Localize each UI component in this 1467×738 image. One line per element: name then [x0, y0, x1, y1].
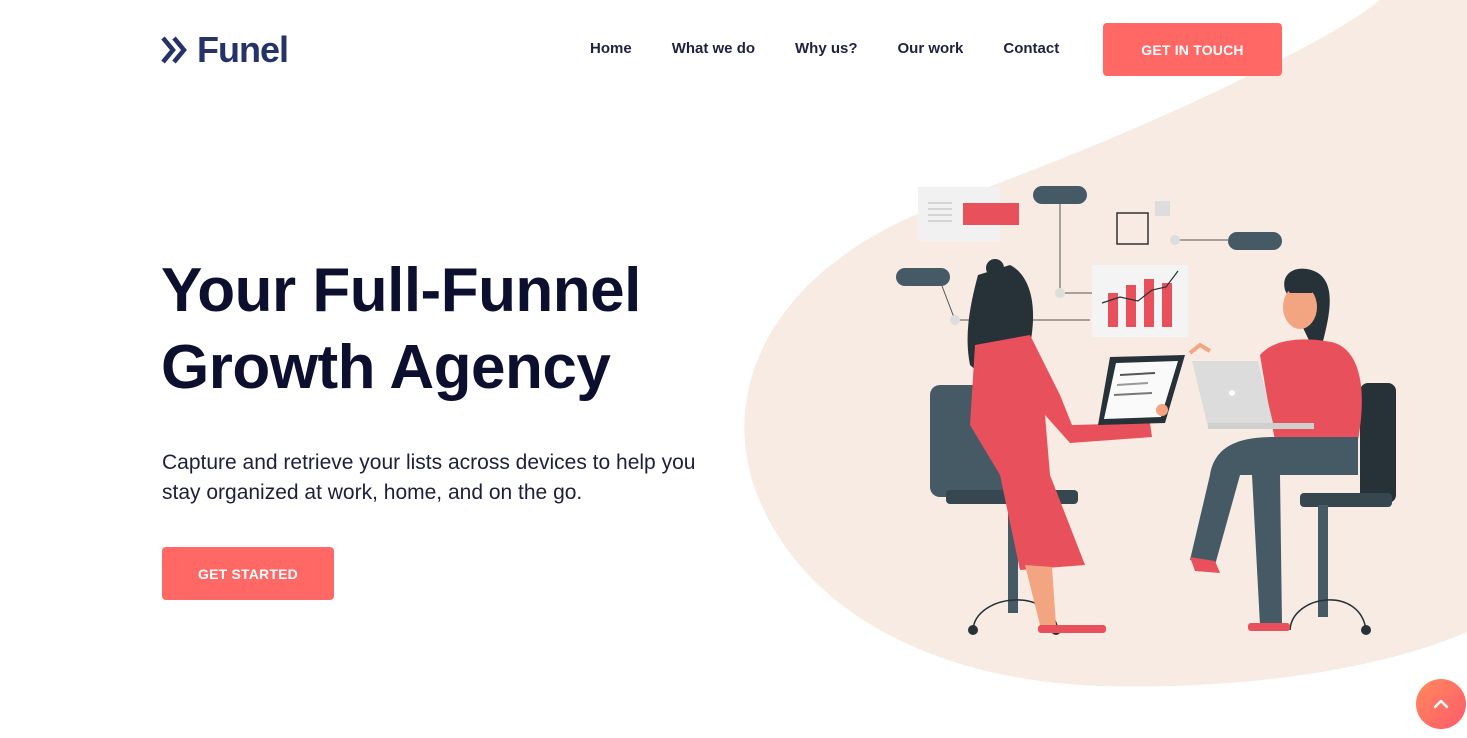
brand-name: Funel	[197, 29, 289, 70]
scroll-to-top-button[interactable]	[1416, 679, 1466, 729]
nav-item-why-us[interactable]: Why us?	[795, 38, 858, 60]
hero-illustration	[896, 186, 1396, 635]
nav-item-contact[interactable]: Contact	[1003, 38, 1059, 60]
nav-item-what-we-do[interactable]: What we do	[672, 38, 755, 60]
nav-item-our-work[interactable]: Our work	[898, 38, 964, 60]
main-navigation: Home What we do Why us? Our work Contact	[590, 38, 1099, 60]
hero-title: Your Full-Funnel Growth Agency	[161, 256, 641, 402]
nav-item-home[interactable]: Home	[590, 38, 632, 60]
hero-subtitle: Capture and retrieve your lists across d…	[162, 451, 696, 504]
double-chevron-right-icon	[161, 36, 187, 64]
chevron-up-icon	[1433, 699, 1449, 709]
get-in-touch-button[interactable]: GET IN TOUCH	[1103, 23, 1282, 76]
get-started-button[interactable]: GET STARTED	[162, 547, 334, 600]
brand-logo[interactable]: Funel	[161, 28, 289, 72]
